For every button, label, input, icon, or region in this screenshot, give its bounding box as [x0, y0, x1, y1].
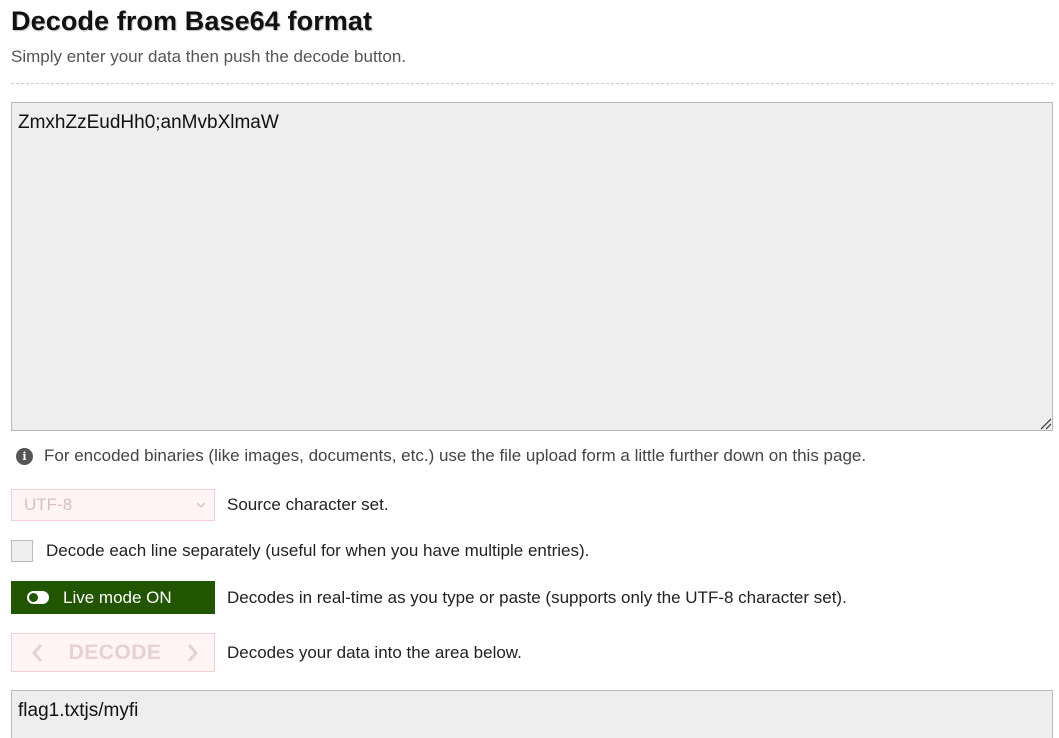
charset-description: Source character set.: [227, 495, 389, 514]
info-text: For encoded binaries (like images, docum…: [44, 446, 867, 465]
page: Decode from Base64 format Simply enter y…: [0, 0, 1059, 738]
page-subtitle: Simply enter your data then push the dec…: [11, 47, 407, 66]
decoded-output-textarea[interactable]: flag1.txtjs/myfi: [11, 690, 1053, 738]
decode-button[interactable]: DECODE: [11, 633, 215, 672]
source-charset-select[interactable]: UTF-8: [11, 489, 215, 521]
resize-grip-icon[interactable]: [1038, 416, 1052, 430]
chevron-left-icon: [32, 643, 43, 662]
page-title: Decode from Base64 format: [11, 6, 373, 36]
info-note: i For encoded binaries (like images, doc…: [16, 446, 866, 466]
chevron-down-icon: [196, 502, 206, 508]
live-mode-description: Decodes in real-time as you type or past…: [227, 587, 847, 607]
divider: [11, 83, 1054, 84]
info-icon: i: [16, 447, 33, 465]
live-mode-label: Live mode ON: [63, 587, 172, 607]
live-mode-toggle-button[interactable]: Live mode ON: [11, 581, 215, 614]
decode-lines-separately-checkbox[interactable]: [11, 540, 33, 562]
toggle-on-icon: [27, 591, 49, 604]
decode-description: Decodes your data into the area below.: [227, 642, 522, 662]
decode-button-label: DECODE: [68, 640, 162, 664]
base64-input-textarea[interactable]: ZmxhZzEudHh0;anMvbXlmaW: [11, 102, 1053, 431]
line-separately-row: Decode each line separately (useful for …: [11, 540, 589, 562]
decode-lines-separately-label[interactable]: Decode each line separately (useful for …: [46, 541, 589, 561]
chevron-right-icon: [187, 643, 198, 662]
live-mode-row: Live mode ON Decodes in real-time as you…: [11, 581, 847, 614]
decode-row: DECODE Decodes your data into the area b…: [11, 633, 522, 672]
charset-row: UTF-8 Source character set.: [11, 489, 389, 521]
source-charset-value: UTF-8: [24, 495, 73, 514]
